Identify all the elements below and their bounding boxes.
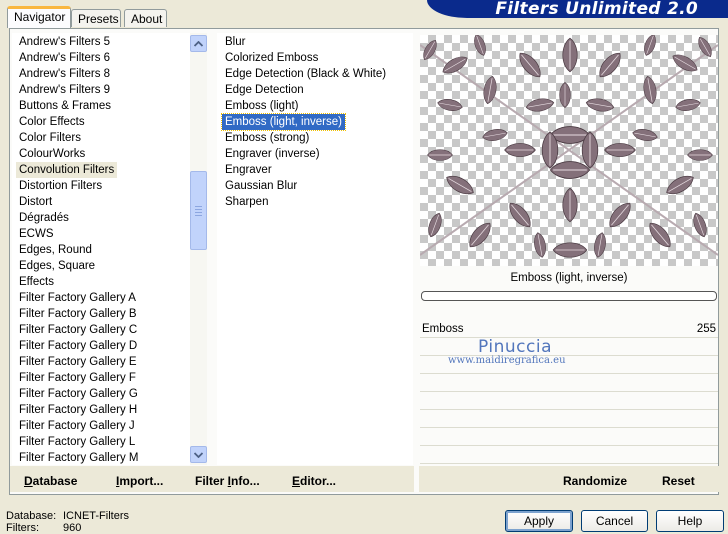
database-label: Database: (6, 510, 57, 522)
import-link[interactable]: Import... (116, 474, 163, 488)
param-row-empty (420, 412, 718, 428)
filter-item[interactable]: Edge Detection (222, 82, 307, 98)
tab-navigator[interactable]: Navigator (7, 6, 71, 28)
param-row-empty (420, 394, 718, 410)
param-row-empty (420, 430, 718, 446)
scroll-thumb[interactable] (190, 171, 207, 250)
chevron-up-icon (193, 40, 204, 47)
filters-label: Filters: (6, 522, 39, 534)
tab-about[interactable]: About (124, 9, 167, 27)
database-info: Database: ICNET-Filters (6, 510, 129, 522)
category-item[interactable]: Filter Factory Gallery G (16, 386, 141, 402)
watermark: Pinuccia www.maidiregrafica.eu (448, 337, 566, 366)
category-item[interactable]: Edges, Square (16, 258, 98, 274)
filters-info: Filters: 960 (6, 522, 81, 534)
database-value: ICNET-Filters (63, 510, 129, 522)
filter-item[interactable]: Emboss (light) (222, 98, 302, 114)
category-item[interactable]: Filter Factory Gallery B (16, 306, 140, 322)
param-value: 255 (696, 323, 716, 335)
filter-item[interactable]: Emboss (strong) (222, 130, 312, 146)
apply-button[interactable]: Apply (505, 510, 573, 532)
filter-list[interactable]: Blur Colorized Emboss Edge Detection (Blac… (217, 33, 413, 465)
scroll-down-button[interactable] (190, 446, 207, 463)
category-item[interactable]: Filter Factory Gallery D (16, 338, 140, 354)
category-item[interactable]: Filter Factory Gallery J (16, 418, 138, 434)
editor-link[interactable]: Editor... (292, 474, 336, 488)
filter-item[interactable]: Sharpen (222, 194, 271, 210)
preview-leaf-pattern (420, 35, 718, 258)
category-item[interactable]: Distort (16, 194, 55, 210)
filters-value: 960 (63, 522, 82, 534)
param-row-emboss[interactable]: Emboss 255 (420, 322, 718, 338)
category-item[interactable]: Andrew's Filters 9 (16, 82, 113, 98)
filter-info-link[interactable]: Filter Info... (195, 474, 260, 488)
category-item[interactable]: Filter Factory Gallery C (16, 322, 140, 338)
category-item[interactable]: Convolution Filters (16, 162, 118, 178)
filter-item[interactable]: Emboss (light, inverse) (221, 113, 346, 131)
category-item[interactable]: Filter Factory Gallery E (16, 354, 140, 370)
scroll-up-button[interactable] (190, 35, 207, 52)
randomize-link[interactable]: Randomize (563, 474, 627, 488)
category-item[interactable]: Effects (16, 274, 57, 290)
category-item[interactable]: Andrew's Filters 6 (16, 50, 113, 66)
category-item[interactable]: Filter Factory Gallery H (16, 402, 140, 418)
filter-item[interactable]: Engraver (222, 162, 275, 178)
param-name: Emboss (422, 323, 464, 335)
category-item[interactable]: Filter Factory Gallery A (16, 290, 139, 306)
category-item[interactable]: Distortion Filters (16, 178, 105, 194)
preview-filter-name: Emboss (light, inverse) (510, 272, 628, 284)
category-scrollbar[interactable] (190, 33, 207, 465)
category-item[interactable]: Filter Factory Gallery L (16, 434, 138, 450)
category-list[interactable]: Andrew's Filters 5 Andrew's Filters 6 Andr… (12, 33, 190, 465)
category-item[interactable]: Andrew's Filters 8 (16, 66, 113, 82)
tab-presets[interactable]: Presets (71, 9, 121, 27)
category-item[interactable]: Color Effects (16, 114, 88, 130)
category-item[interactable]: Buttons & Frames (16, 98, 114, 114)
chevron-down-icon (193, 452, 204, 459)
filter-item[interactable]: Edge Detection (Black & White) (222, 66, 389, 82)
database-link[interactable]: Database (24, 474, 77, 488)
category-item[interactable]: Dégradés (16, 210, 72, 226)
cancel-button[interactable]: Cancel (581, 510, 648, 532)
banner-title: Filters Unlimited 2.0 (495, 0, 698, 19)
progress-bar (421, 291, 717, 301)
category-item[interactable]: Edges, Round (16, 242, 95, 258)
reset-link[interactable]: Reset (662, 474, 695, 488)
category-item[interactable]: Filter Factory Gallery F (16, 370, 139, 386)
category-item[interactable]: ColourWorks (16, 146, 88, 162)
help-button[interactable]: Help (656, 510, 724, 532)
filter-item[interactable]: Colorized Emboss (222, 50, 321, 66)
param-row-empty (420, 448, 718, 464)
filter-item[interactable]: Blur (222, 34, 248, 50)
title-banner: Filters Unlimited 2.0 (427, 0, 728, 19)
param-row-empty (420, 376, 718, 392)
preview-image (420, 35, 718, 266)
category-item[interactable]: ECWS (16, 226, 57, 242)
category-item[interactable]: Filter Factory Gallery M (16, 450, 142, 465)
category-item[interactable]: Andrew's Filters 5 (16, 34, 113, 50)
filter-item[interactable]: Engraver (inverse) (222, 146, 323, 162)
category-item[interactable]: Color Filters (16, 130, 84, 146)
filter-item[interactable]: Gaussian Blur (222, 178, 300, 194)
